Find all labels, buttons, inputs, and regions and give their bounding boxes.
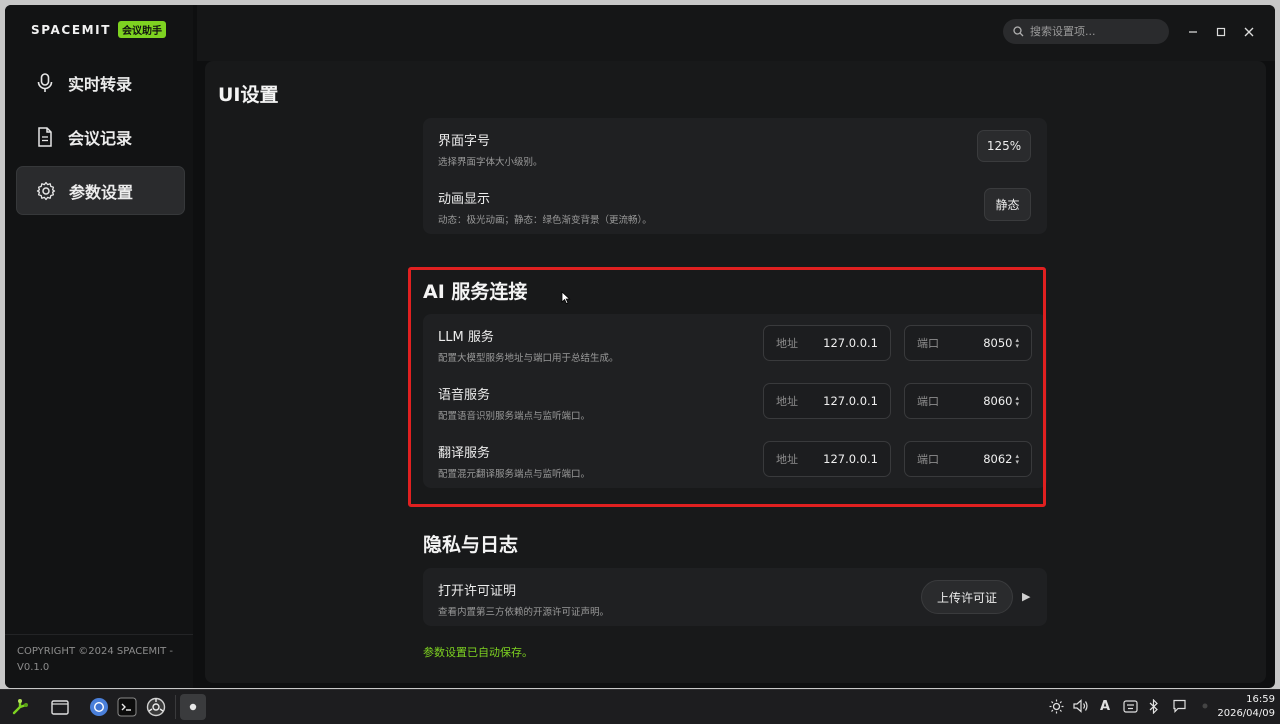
field-value[interactable]: 127.0.0.1 (823, 452, 878, 466)
llm-service-row: LLM 服务 配置大模型服务地址与端口用于总结生成。 (438, 326, 619, 364)
document-icon (34, 126, 56, 148)
license-row: 打开许可证明 查看内置第三方依赖的开源许可证声明。 (438, 580, 609, 618)
row-title: 动画显示 (438, 192, 491, 207)
row-title: 打开许可证明 (438, 584, 517, 599)
volume-icon[interactable] (1072, 697, 1090, 715)
sidebar-item-label: 会议记录 (68, 128, 133, 148)
sidebar-item-transcribe[interactable]: 实时转录 (16, 58, 185, 107)
section-title-privacy: 隐私与日志 (423, 534, 519, 556)
field-label: 端口 (917, 453, 939, 466)
row-desc: 配置语音识别服务端点与监听端口。 (438, 411, 591, 422)
field-value[interactable]: 8050 (983, 336, 1012, 350)
row-desc: 配置大模型服务地址与端口用于总结生成。 (438, 353, 619, 364)
font-size-row: 界面字号 选择界面字体大小级别。 (438, 130, 543, 168)
upload-license-button[interactable]: 上传许可证 (921, 580, 1013, 614)
search-input[interactable] (1030, 25, 1160, 38)
browser-icon[interactable] (88, 696, 110, 718)
ai-services-card: LLM 服务 配置大模型服务地址与端口用于总结生成。 地址 127.0.0.1 … (423, 314, 1047, 488)
row-desc: 动态：极光动画；静态：绿色渐变背景（更流畅）。 (438, 215, 652, 226)
sidebar-item-settings[interactable]: 参数设置 (16, 166, 185, 215)
section-title-ai: AI 服务连接 (423, 281, 528, 303)
sidebar-item-records[interactable]: 会议记录 (16, 112, 185, 161)
row-desc: 配置混元翻译服务端点与监听端口。 (438, 469, 591, 480)
brightness-icon[interactable] (1047, 697, 1065, 715)
field-label: 地址 (776, 337, 798, 350)
minimize-button[interactable] (1183, 22, 1203, 42)
bluetooth-icon[interactable] (1145, 697, 1163, 715)
field-label: 端口 (917, 395, 939, 408)
privacy-card: 打开许可证明 查看内置第三方依赖的开源许可证声明。 上传许可证 ▶ (423, 568, 1047, 626)
settings-app-icon[interactable] (145, 696, 167, 718)
speech-port-field[interactable]: 端口 8060 ▴ ▾ (904, 383, 1032, 419)
field-label: 地址 (776, 453, 798, 466)
sidebar: SPACEMIT 会议助手 实时转录 会议记录 参数设置 COPYRIGHT ©… (5, 5, 193, 688)
mouse-cursor-icon (561, 290, 571, 309)
row-title: 翻译服务 (438, 446, 491, 461)
search-icon (1013, 22, 1024, 41)
row-desc: 查看内置第三方依赖的开源许可证声明。 (438, 607, 610, 618)
search-box[interactable] (1003, 19, 1169, 44)
clock-time: 16:59 (1246, 694, 1275, 705)
maximize-button[interactable] (1211, 22, 1231, 42)
brand: SPACEMIT 会议助手 (31, 21, 167, 38)
row-title: 界面字号 (438, 134, 491, 149)
field-value[interactable]: 127.0.0.1 (823, 336, 878, 350)
clock-date: 2026/04/09 (1217, 708, 1275, 719)
autosave-status: 参数设置已自动保存。 (423, 646, 533, 659)
ui-settings-card: 界面字号 选择界面字体大小级别。 125% 动画显示 动态：极光动画；静态：绿色… (423, 118, 1047, 234)
font-size-select[interactable]: 125% (977, 130, 1031, 162)
field-label: 地址 (776, 395, 798, 408)
taskbar-divider (175, 695, 176, 719)
row-title: LLM 服务 (438, 330, 494, 345)
sidebar-nav: 实时转录 会议记录 参数设置 (16, 58, 185, 220)
taskbar: A 16:59 2026/04/09 (0, 689, 1280, 724)
close-button[interactable] (1239, 22, 1259, 42)
title-bar (197, 5, 1275, 61)
speech-service-row: 语音服务 配置语音识别服务端点与监听端口。 (438, 384, 590, 422)
translate-address-field[interactable]: 地址 127.0.0.1 (763, 441, 891, 477)
brand-badge: 会议助手 (118, 21, 167, 38)
llm-port-field[interactable]: 端口 8050 ▴ ▾ (904, 325, 1032, 361)
microphone-icon (34, 72, 56, 94)
translate-service-row: 翻译服务 配置混元翻译服务端点与监听端口。 (438, 442, 590, 480)
tray-dot-icon (1196, 697, 1214, 715)
copyright-text: COPYRIGHT ©2024 SPACEMIT - V0.1.0 (17, 646, 174, 673)
row-title: 语音服务 (438, 388, 491, 403)
divider (5, 634, 193, 635)
spinner-icon[interactable]: ▴ ▾ (1015, 337, 1019, 350)
speech-address-field[interactable]: 地址 127.0.0.1 (763, 383, 891, 419)
gear-icon (35, 180, 57, 202)
llm-address-field[interactable]: 地址 127.0.0.1 (763, 325, 891, 361)
active-app-icon[interactable] (180, 694, 206, 720)
translate-port-field[interactable]: 端口 8062 ▴ ▾ (904, 441, 1032, 477)
sidebar-item-label: 实时转录 (68, 74, 133, 94)
field-value[interactable]: 8062 (983, 452, 1012, 466)
sidebar-item-label: 参数设置 (69, 182, 134, 202)
field-value[interactable]: 8060 (983, 394, 1012, 408)
field-value[interactable]: 127.0.0.1 (823, 394, 878, 408)
notification-icon[interactable] (1170, 697, 1188, 715)
keyboard-icon[interactable] (1121, 697, 1139, 715)
play-arrow-icon[interactable]: ▶ (1022, 590, 1030, 603)
brand-logo: SPACEMIT (31, 22, 112, 37)
terminal-icon[interactable] (116, 696, 138, 718)
field-label: 端口 (917, 337, 939, 350)
spinner-icon[interactable]: ▴ ▾ (1015, 395, 1019, 408)
row-desc: 选择界面字体大小级别。 (438, 157, 543, 168)
window-switcher-icon[interactable] (49, 696, 71, 718)
animation-select[interactable]: 静态 (984, 188, 1031, 221)
taskbar-clock[interactable]: 16:59 2026/04/09 (1213, 693, 1275, 721)
animation-row: 动画显示 动态：极光动画；静态：绿色渐变背景（更流畅）。 (438, 188, 652, 226)
section-title-ui: UI设置 (218, 84, 279, 106)
input-method-icon[interactable]: A (1096, 697, 1114, 715)
app-launcher-icon[interactable] (9, 696, 31, 718)
spinner-icon[interactable]: ▴ ▾ (1015, 453, 1019, 466)
